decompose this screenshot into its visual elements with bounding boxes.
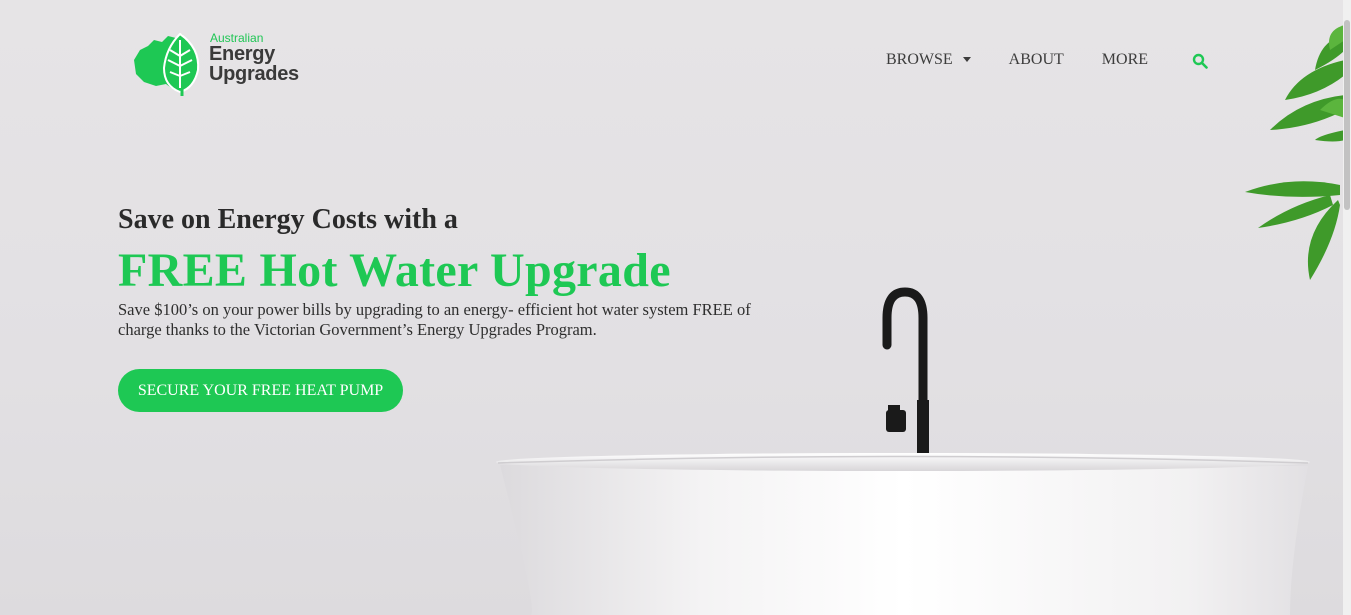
- secure-heat-pump-button[interactable]: SECURE YOUR FREE HEAT PUMP: [118, 369, 403, 412]
- scrollbar-track[interactable]: [1343, 0, 1351, 615]
- nav-item-about[interactable]: ABOUT: [1009, 51, 1064, 69]
- logo[interactable]: Australian Energy Upgrades: [130, 30, 310, 100]
- australia-leaf-icon: [134, 32, 200, 96]
- logo-line-energy: Energy: [209, 43, 276, 65]
- nav-item-more[interactable]: MORE: [1102, 51, 1148, 69]
- main-nav: BROWSE ABOUT MORE: [886, 51, 1186, 69]
- nav-item-about-label: ABOUT: [1008, 51, 1064, 68]
- logo-line-upgrades: Upgrades: [209, 63, 299, 85]
- hero-heading: FREE Hot Water Upgrade: [118, 244, 671, 297]
- nav-item-browse-label: BROWSE: [886, 51, 953, 68]
- nav-item-browse[interactable]: BROWSE: [886, 51, 971, 69]
- hero-description: Save $100’s on your power bills by upgra…: [118, 300, 751, 339]
- logo-text: Australian Energy Upgrades: [209, 32, 299, 84]
- caret-down-icon: [962, 56, 971, 62]
- search-icon[interactable]: [1192, 53, 1208, 69]
- bathtub-image: [496, 453, 1310, 615]
- scrollbar-thumb[interactable]: [1344, 20, 1350, 210]
- faucet-image: [882, 287, 929, 460]
- plant-image: [1245, 25, 1345, 280]
- nav-item-more-label: MORE: [1101, 51, 1149, 68]
- hero-subheading: Save on Energy Costs with a: [118, 204, 458, 235]
